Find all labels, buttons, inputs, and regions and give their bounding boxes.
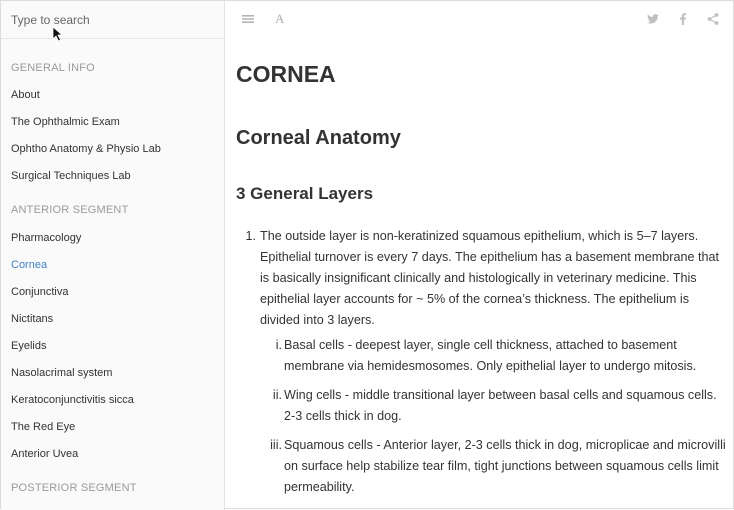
app-window: GENERAL INFO About The Ophthalmic Exam O…	[0, 0, 734, 510]
nav-header-general-info: GENERAL INFO	[11, 62, 95, 74]
sidebar-item-pharmacology[interactable]: Pharmacology	[11, 230, 216, 246]
list-item: The outside layer is non-keratinized squ…	[260, 229, 719, 327]
sidebar-item-about[interactable]: About	[11, 87, 216, 103]
sidebar-item-ophthalmic-exam[interactable]: The Ophthalmic Exam	[11, 114, 216, 130]
sidebar-item-conjunctiva[interactable]: Conjunctiva	[11, 284, 216, 300]
sublist-item: Squamous cells - Anterior layer, 2-3 cel…	[284, 438, 726, 494]
menu-icon[interactable]	[241, 12, 255, 26]
sublist-marker: iii.	[270, 438, 282, 452]
list-marker: 1.	[245, 229, 256, 243]
page-title: CORNEA	[236, 61, 336, 87]
search-bar	[1, 1, 224, 42]
sublist-item: Wing cells - middle transitional layer b…	[284, 388, 717, 423]
sidebar-item-anatomy-physio-lab[interactable]: Ophtho Anatomy & Physio Lab	[11, 141, 216, 157]
sidebar-item-anterior-uvea[interactable]: Anterior Uvea	[11, 446, 216, 462]
sublist-marker: ii.	[272, 388, 282, 402]
section-title: Corneal Anatomy	[236, 127, 401, 149]
nav-header-posterior-segment: POSTERIOR SEGMENT	[11, 482, 137, 494]
sidebar-item-surgical-techniques-lab[interactable]: Surgical Techniques Lab	[11, 168, 216, 184]
facebook-icon[interactable]	[676, 12, 690, 26]
main-content: CORNEA Corneal Anatomy 3 General Layers …	[236, 39, 726, 510]
font-icon[interactable]: A	[275, 11, 284, 27]
sidebar-item-keratoconjunctivitis-sicca[interactable]: Keratoconjunctivitis sicca	[11, 392, 216, 408]
sidebar-item-eyelids[interactable]: Eyelids	[11, 338, 216, 354]
sidebar-item-nasolacrimal-system[interactable]: Nasolacrimal system	[11, 365, 216, 381]
sublist-item: Basal cells - deepest layer, single cell…	[284, 338, 697, 373]
sidebar: GENERAL INFO About The Ophthalmic Exam O…	[1, 1, 225, 510]
mouse-pointer-icon	[52, 26, 64, 42]
sidebar-item-cornea[interactable]: Cornea	[11, 257, 216, 273]
toolbar: A	[225, 1, 734, 39]
sidebar-item-nictitans[interactable]: Nictitans	[11, 311, 216, 327]
share-icon[interactable]	[706, 12, 720, 26]
nav-header-anterior-segment: ANTERIOR SEGMENT	[11, 204, 129, 216]
sidebar-item-red-eye[interactable]: The Red Eye	[11, 419, 216, 435]
sublist-marker: i.	[275, 338, 282, 352]
search-input[interactable]	[11, 11, 211, 29]
twitter-icon[interactable]	[646, 12, 660, 26]
subsection-title: 3 General Layers	[236, 184, 374, 203]
